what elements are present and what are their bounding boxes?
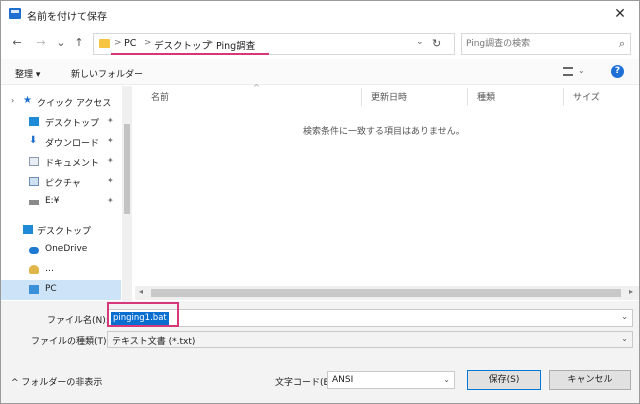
column-divider[interactable] (467, 88, 468, 106)
pin-icon: ✦ (107, 196, 114, 205)
address-history-chevron-icon[interactable]: ⌄ (416, 37, 424, 47)
column-header-modified[interactable]: 更新日時 (371, 90, 407, 103)
sidebar-item-label: デスクトップ (37, 227, 92, 237)
sort-ascending-icon: ^ (253, 83, 260, 92)
filetype-label: ファイルの種類(T): (31, 337, 110, 347)
sidebar-item-label: ピクチャ (45, 179, 81, 189)
drive-icon (29, 200, 39, 205)
encoding-select[interactable]: ANSI ⌄ (327, 371, 455, 389)
sidebar-item-onedrive[interactable]: OneDrive (1, 240, 121, 260)
up-arrow-icon[interactable]: ↑ (71, 35, 87, 51)
sidebar-item-drive-e[interactable]: E:¥ ✦ (1, 192, 121, 212)
notepad-icon (9, 8, 21, 19)
sidebar-item-pc[interactable]: PC (1, 280, 121, 300)
column-header-name[interactable]: 名前 (151, 90, 169, 103)
desktop-icon (23, 225, 33, 234)
pc-icon (29, 285, 39, 294)
column-divider[interactable] (563, 88, 564, 106)
scroll-right-icon[interactable]: ▸ (629, 287, 633, 296)
encoding-chevron-icon[interactable]: ⌄ (443, 375, 450, 384)
sidebar-item-label: クイック アクセス (37, 99, 112, 109)
filetype-chevron-icon[interactable]: ⌄ (621, 334, 628, 343)
command-toolbar: 整理 ▾ 新しいフォルダー ⌄ ? (1, 59, 639, 85)
title-bar: 名前を付けて保存 ✕ (1, 1, 639, 27)
hide-folders-button[interactable]: ^ フォルダーの非表示 (11, 375, 102, 388)
crumb-separator: > (206, 38, 214, 48)
back-arrow-icon[interactable]: ← (9, 35, 25, 51)
breadcrumb-desktop[interactable]: デスクトップ (154, 38, 211, 52)
column-header-size[interactable]: サイズ (573, 90, 600, 103)
save-button[interactable]: 保存(S) (467, 370, 541, 390)
sidebar-item-desktop-pinned[interactable]: デスクトップ ✦ (1, 112, 121, 132)
sidebar-item-documents[interactable]: ドキュメント ✦ (1, 152, 121, 172)
navigation-pane: › ★ クイック アクセス デスクトップ ✦ ⬇ ダウンロード ✦ ドキュメント… (1, 86, 133, 301)
column-header-type[interactable]: 種類 (477, 90, 495, 103)
sidebar-item-label: ダウンロード (45, 139, 100, 149)
organize-button[interactable]: 整理 ▾ (15, 67, 40, 80)
picture-icon (29, 177, 39, 186)
dialog-footer: ^ フォルダーの非表示 文字コード(E): ANSI ⌄ 保存(S) キャンセル (1, 361, 639, 403)
save-as-dialog: 名前を付けて保存 ✕ ← → ⌄ ↑ > PC > デスクトップ > Ping調… (0, 0, 640, 404)
sidebar-item-label: OneDrive (45, 244, 88, 254)
folder-icon (99, 39, 110, 48)
sidebar-item-label: ドキュメント (45, 159, 100, 169)
column-divider[interactable] (361, 88, 362, 106)
help-icon[interactable]: ? (611, 65, 624, 78)
sidebar-scrollbar[interactable] (122, 86, 132, 301)
breadcrumb-ping-folder[interactable]: Ping調査 (216, 38, 255, 52)
horizontal-scrollbar[interactable]: ◂ ▸ (135, 286, 639, 300)
new-folder-button[interactable]: 新しいフォルダー (71, 67, 143, 80)
search-icon[interactable]: ⌕ (619, 37, 625, 51)
cancel-button[interactable]: キャンセル (549, 370, 631, 390)
cloud-icon (29, 247, 39, 254)
encoding-value: ANSI (332, 375, 354, 385)
expand-chevron-icon[interactable]: › (11, 96, 14, 105)
crumb-separator: > (114, 38, 122, 48)
sidebar-item-desktop[interactable]: デスクトップ (1, 220, 121, 240)
view-options-icon[interactable] (563, 67, 573, 76)
annotation-underline (111, 53, 269, 55)
horizontal-scrollbar-thumb[interactable] (151, 289, 621, 297)
file-list[interactable]: 名前 ^ 更新日時 種類 サイズ 検索条件に一致する項目はありません。 (135, 83, 639, 286)
sidebar-scrollbar-thumb[interactable] (124, 124, 130, 214)
empty-message: 検索条件に一致する項目はありません。 (303, 127, 465, 137)
search-box[interactable]: ⌕ (461, 33, 631, 55)
filetype-value: テキスト文書 (*.txt) (112, 337, 196, 347)
user-icon (29, 265, 39, 274)
sidebar-item-label: E:¥ (45, 196, 60, 206)
scroll-left-icon[interactable]: ◂ (139, 287, 143, 296)
pin-icon: ✦ (107, 116, 114, 125)
close-button[interactable]: ✕ (605, 3, 635, 25)
star-icon: ★ (23, 95, 32, 106)
sidebar-item-user[interactable]: … (1, 260, 121, 280)
document-icon (29, 157, 39, 166)
crumb-separator: > (144, 38, 152, 48)
filename-field[interactable]: pinging1.bat ⌄ (107, 309, 633, 327)
filename-history-chevron-icon[interactable]: ⌄ (621, 312, 628, 321)
sidebar-item-label: … (45, 264, 54, 274)
sidebar-item-label: PC (45, 284, 57, 294)
desktop-icon (29, 117, 39, 126)
sidebar-item-pictures[interactable]: ピクチャ ✦ (1, 172, 121, 192)
pin-icon: ✦ (107, 156, 114, 165)
breadcrumb-pc[interactable]: PC (124, 38, 136, 49)
refresh-icon[interactable]: ↻ (432, 37, 441, 50)
filename-label: ファイル名(N): (47, 316, 109, 326)
pin-icon: ✦ (107, 176, 114, 185)
address-bar[interactable]: > PC > デスクトップ > Ping調査 ⌄ ↻ (93, 33, 455, 55)
save-form: ファイル名(N): pinging1.bat ⌄ ファイルの種類(T): テキス… (1, 301, 639, 361)
forward-arrow-icon[interactable]: → (33, 35, 49, 51)
sidebar-item-label: デスクトップ (45, 119, 100, 129)
navigation-bar: ← → ⌄ ↑ > PC > デスクトップ > Ping調査 ⌄ ↻ ⌕ (1, 29, 639, 59)
search-input[interactable] (466, 37, 606, 51)
view-options-chevron-icon[interactable]: ⌄ (578, 66, 585, 75)
download-icon: ⬇ (29, 135, 38, 146)
sidebar-item-quick-access[interactable]: › ★ クイック アクセス (1, 92, 121, 112)
window-title: 名前を付けて保存 (27, 12, 107, 23)
annotation-highlight-box (107, 302, 179, 327)
filetype-select[interactable]: テキスト文書 (*.txt) ⌄ (107, 331, 633, 348)
sidebar-item-downloads[interactable]: ⬇ ダウンロード ✦ (1, 132, 121, 152)
pin-icon: ✦ (107, 136, 114, 145)
recent-locations-chevron-icon[interactable]: ⌄ (53, 35, 69, 51)
